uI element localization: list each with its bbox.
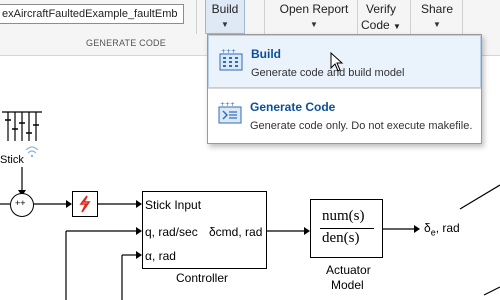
section-label-generate-code: GENERATE CODE	[86, 38, 166, 48]
build-grid-icon: +++	[219, 49, 243, 71]
share-button[interactable]: Share ▼	[416, 0, 458, 34]
output-delta-e-label: δe, rad	[424, 221, 460, 238]
verify-label: Verify	[365, 2, 396, 16]
stick-block-glyph	[2, 111, 42, 141]
build-button-label: Build	[211, 2, 239, 16]
chevron-down-icon: ▼	[221, 20, 229, 29]
fault-block[interactable]	[72, 191, 98, 217]
svg-text:+++: +++	[220, 102, 235, 108]
stick-label: Stick	[0, 154, 24, 166]
model-name-field[interactable]: exAircraftFaultedExample_faultEmb	[0, 4, 184, 24]
menu-item-build-description: Generate code and build model	[251, 67, 405, 79]
toolbar-separator	[410, 0, 411, 34]
toolbar-separator	[264, 0, 265, 34]
sum-signs: ++	[15, 198, 26, 208]
transfer-denominator: den(s)	[322, 230, 360, 246]
actuator-label-line1: Actuator	[326, 263, 371, 277]
controller-port-alpha: α, rad	[145, 249, 176, 263]
controller-label: Controller	[176, 271, 229, 285]
generate-code-icon: +++	[218, 102, 242, 124]
sum-block[interactable]: ++	[10, 193, 34, 217]
svg-text:+++: +++	[221, 49, 236, 55]
menu-item-generate-code[interactable]: +++ Generate Code Generate code only. Do…	[208, 89, 481, 142]
code-label: Code	[361, 18, 390, 32]
fault-lightning-icon	[79, 195, 91, 213]
verify-code-button[interactable]: Verify Code ▼	[360, 0, 402, 34]
actuator-label-line2: Model	[331, 278, 364, 292]
share-label: Share	[420, 2, 454, 16]
toolbar-separator	[462, 0, 463, 34]
controller-port-stick-input: Stick Input	[145, 198, 202, 212]
transfer-numerator: num(s)	[322, 208, 365, 224]
build-dropdown-menu: +++ Build Generate code and build model …	[207, 34, 482, 144]
controller-port-q: q, rad/sec	[145, 225, 198, 239]
actuator-block[interactable]: num(s) den(s)	[310, 199, 383, 258]
menu-item-build[interactable]: +++ Build Generate code and build model	[208, 35, 481, 88]
open-report-button[interactable]: Open Report ▼	[272, 0, 356, 34]
toolbar-separator	[196, 0, 197, 34]
build-button[interactable]: Build ▼	[205, 0, 245, 34]
signal-icon	[25, 146, 39, 158]
controller-port-delta-cmd: δcmd, rad	[209, 225, 263, 239]
chevron-down-icon: ▼	[393, 22, 401, 31]
mouse-cursor-icon	[330, 52, 344, 72]
open-report-label: Open Report	[279, 2, 349, 16]
toolbar-separator	[357, 0, 358, 34]
menu-item-build-title: Build	[251, 47, 281, 61]
chevron-down-icon: ▼	[433, 20, 441, 29]
menu-item-generate-code-title: Generate Code	[250, 100, 336, 114]
menu-item-generate-code-description: Generate code only. Do not execute makef…	[250, 120, 473, 132]
controller-block[interactable]: Stick Input q, rad/sec δcmd, rad α, rad	[142, 191, 267, 269]
chevron-down-icon: ▼	[310, 20, 318, 29]
